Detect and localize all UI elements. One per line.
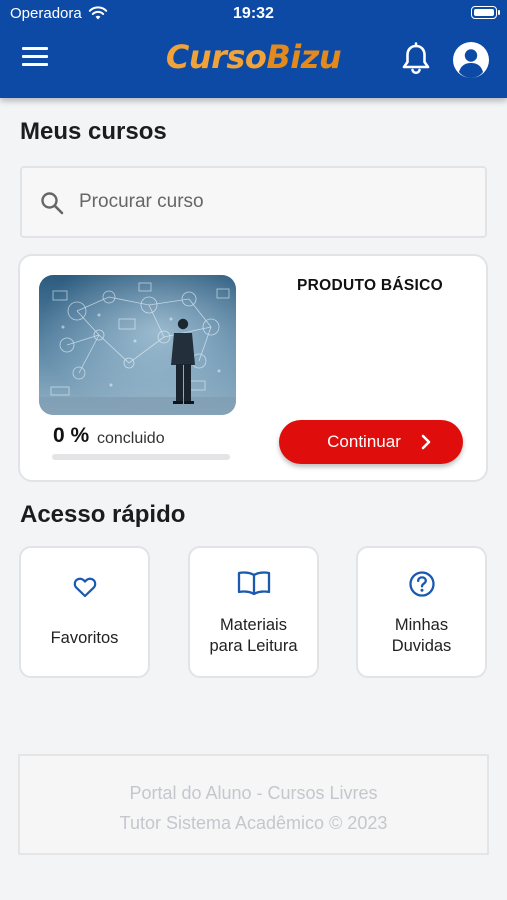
account-icon[interactable] [452, 41, 490, 84]
search-box [20, 166, 487, 238]
footer-copyright-text: Tutor Sistema Acadêmico © 2023 [119, 813, 388, 833]
heart-icon [21, 576, 148, 603]
logo-part-2: Bizu [266, 38, 342, 76]
footer-portal-text: Portal do Aluno - Cursos Livres [129, 783, 378, 803]
course-thumbnail[interactable] [39, 275, 236, 415]
my-questions-label-line2: Duvidas [391, 637, 452, 655]
bell-icon[interactable] [400, 42, 432, 81]
reading-materials-label-line2: para Leitura [209, 637, 298, 655]
favorites-label: Favoritos [50, 629, 119, 647]
reading-materials-label-line1: Materiais [220, 616, 287, 634]
my-questions-label-line1: Minhas [394, 616, 449, 634]
status-time: 19:32 [233, 5, 274, 22]
footer: Portal do Aluno - Cursos Livres Tutor Si… [18, 754, 489, 855]
progress-percent: 0 % [53, 424, 90, 447]
progress-bar [52, 454, 230, 460]
question-icon [358, 570, 485, 603]
quick-access-favorites[interactable]: Favoritos [19, 546, 150, 678]
course-name: PRODUTO BÁSICO [296, 277, 443, 294]
quick-access-reading-materials[interactable]: Materiais para Leitura [188, 546, 319, 678]
continue-button[interactable]: Continuar [279, 420, 463, 464]
book-icon [190, 570, 317, 601]
quick-access-title: Acesso rápido [20, 501, 186, 528]
progress-label: concluido [97, 430, 165, 447]
status-bar: Operadora 19:32 [0, 0, 507, 28]
my-courses-title: Meus cursos [20, 118, 167, 145]
search-icon [40, 191, 64, 220]
search-input[interactable] [79, 182, 469, 222]
battery-icon [471, 6, 500, 19]
chevron-right-icon [420, 434, 432, 455]
app-header: Operadora 19:32 CursoBizu [0, 0, 507, 98]
quick-access-my-questions[interactable]: Minhas Duvidas [356, 546, 487, 678]
logo-part-1: Curso [165, 38, 267, 76]
course-card: PRODUTO BÁSICO 0 % concluido Continuar [18, 254, 488, 482]
